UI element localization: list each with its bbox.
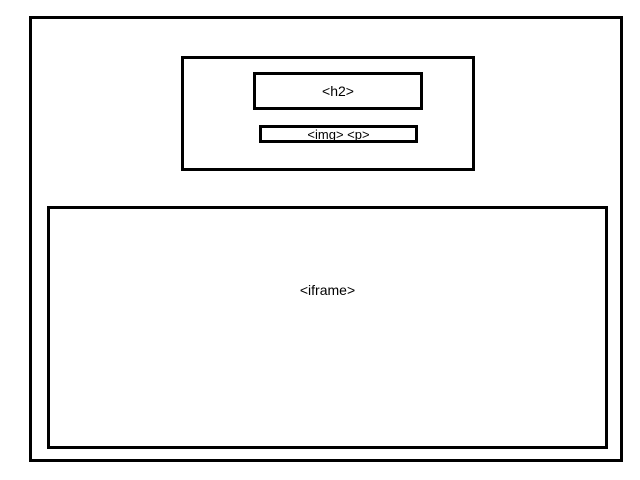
iframe-element-label: <iframe> — [299, 282, 356, 298]
h2-element-box: <h2> — [253, 72, 423, 110]
h2-element-label: <h2> — [322, 83, 354, 99]
iframe-element-box: <iframe> — [47, 206, 608, 449]
img-p-element-box: <img> <p> — [259, 125, 418, 143]
img-p-element-label: <img> <p> — [307, 126, 370, 142]
